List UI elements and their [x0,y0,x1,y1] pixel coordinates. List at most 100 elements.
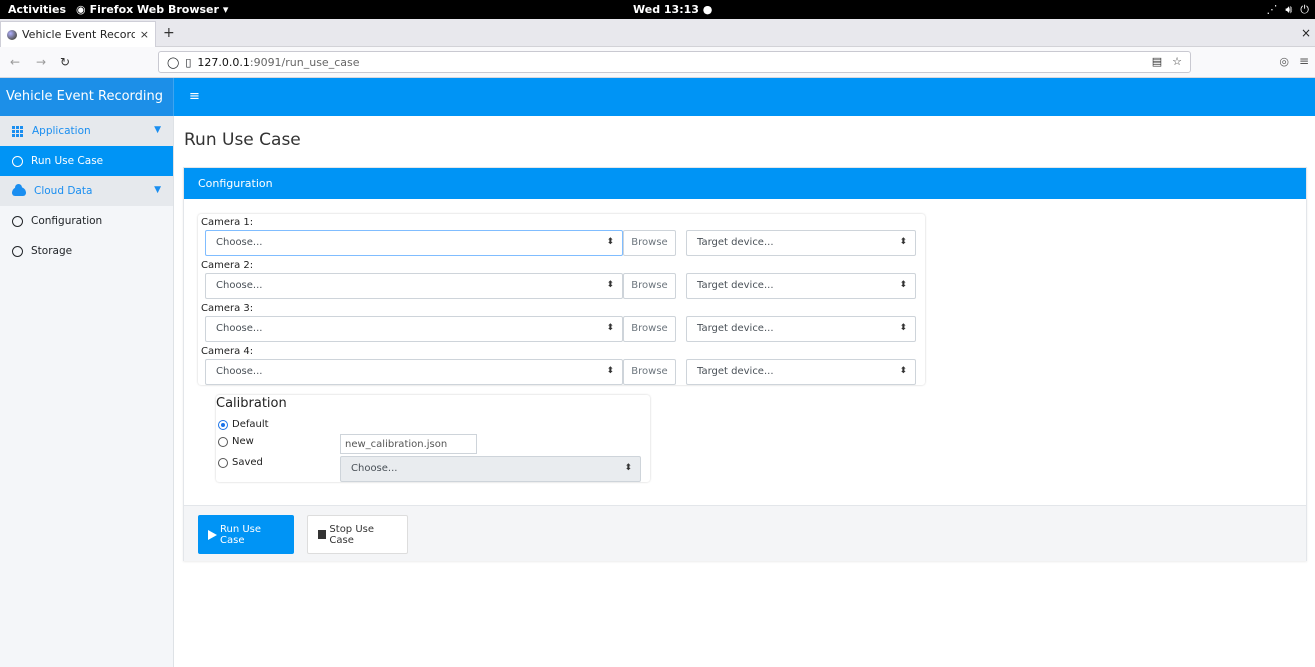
calibration-default-option[interactable]: Default [218,419,269,430]
reader-mode-icon[interactable]: ▤ [1152,55,1162,68]
camera-3-target-select[interactable]: Target device... ⬍ [686,316,916,342]
camera-4-label: Camera 4: [201,346,254,357]
network-icon: ⋰ [1266,3,1278,16]
camera-1-target-select[interactable]: Target device... ⬍ [686,230,916,256]
camera-3-label: Camera 3: [201,303,254,314]
chevron-down-icon: ▼ [154,185,161,195]
camera-2-browse-button[interactable]: Browse [623,273,676,299]
clock-label: Wed 13:13 [633,3,699,16]
browser-tab[interactable]: Vehicle Event Recordin × [0,21,156,47]
radio-saved[interactable] [218,457,228,468]
camera-4-target-select[interactable]: Target device... ⬍ [686,359,916,385]
tab-title: Vehicle Event Recordin [22,28,135,41]
select-value: Choose... [351,463,398,474]
firefox-icon: ◉ [76,3,86,16]
camera-2-label: Camera 2: [201,260,254,271]
sidebar-item-label: Cloud Data [34,185,93,197]
card-header: Configuration [184,168,1306,199]
select-arrows-icon: ⬍ [606,280,614,290]
select-arrows-icon: ⬍ [899,237,907,247]
grid-icon [12,126,24,137]
circle-icon [12,245,23,257]
sidebar: Application ▼ Run Use Case Cloud Data ▼ … [0,116,174,667]
calibration-saved-option[interactable]: Saved [218,457,263,468]
bookmark-star-icon[interactable]: ☆ [1172,55,1182,68]
reload-icon[interactable]: ↻ [60,55,70,69]
radio-new[interactable] [218,436,228,447]
sidebar-item-configuration[interactable]: Configuration [0,206,173,236]
sidebar-toggle-icon[interactable]: ≡ [189,89,200,104]
forward-icon[interactable]: → [36,55,46,69]
notification-dot-icon: ● [702,3,713,16]
select-value: Choose... [216,280,263,291]
camera-1-label: Camera 1: [201,217,254,228]
card-footer: Run Use Case Stop Use Case [184,505,1306,561]
app-menu-label: Firefox Web Browser [89,3,219,16]
camera-2-source-select[interactable]: Choose... ⬍ [205,273,623,299]
power-icon: ⏻ [1300,3,1309,16]
select-value: Choose... [216,366,263,377]
run-use-case-button[interactable]: Run Use Case [198,515,294,554]
close-tab-icon[interactable]: × [140,28,149,41]
hamburger-menu-icon[interactable]: ≡ [1299,54,1309,68]
system-top-bar: Activities ◉ Firefox Web Browser ▾ Wed 1… [0,0,1315,19]
camera-3-browse-button[interactable]: Browse [623,316,676,342]
select-arrows-icon: ⬍ [899,280,907,290]
saved-calibration-select[interactable]: Choose... ⬍ [340,456,641,482]
select-arrows-icon: ⬍ [899,366,907,376]
chevron-down-icon: ▾ [222,3,229,16]
camera-4-browse-button[interactable]: Browse [623,359,676,385]
select-value: Target device... [697,366,774,377]
sidebar-item-label: Application [32,125,91,137]
play-icon [208,529,217,540]
select-arrows-icon: ⬍ [899,323,907,333]
sidebar-item-label: Configuration [31,215,103,227]
app-header: Vehicle Event Recording ≡ [0,78,1315,116]
shield-icon: ◯ [167,55,180,69]
url-bar[interactable]: ◯ ▯ 127.0.0.1:9091/run_use_case ▤ ☆ [158,51,1191,73]
pocket-icon[interactable]: ◎ [1279,55,1289,68]
cloud-icon [12,183,26,196]
close-window-icon[interactable]: × [1301,26,1311,40]
radio-default[interactable] [218,419,228,430]
activities-button[interactable]: Activities [8,3,66,16]
tab-strip: Vehicle Event Recordin × + × [0,19,1315,47]
camera-4-source-select[interactable]: Choose... ⬍ [205,359,623,385]
select-value: Target device... [697,237,774,248]
radio-label: Saved [232,457,263,468]
select-arrows-icon: ⬍ [606,237,614,247]
camera-1-source-select[interactable]: Choose... ⬍ [205,230,623,256]
select-arrows-icon: ⬍ [606,366,614,376]
chevron-down-icon: ▼ [154,125,161,135]
volume-icon: 🔊︎ [1285,3,1293,16]
circle-icon [12,215,23,227]
button-label: Stop Use Case [329,523,375,546]
calibration-panel: Calibration Default New Saved new_calibr… [216,395,650,482]
select-value: Choose... [216,237,263,248]
clock[interactable]: Wed 13:13 ● [633,3,712,16]
camera-1-browse-button[interactable]: Browse [623,230,676,256]
system-tray[interactable]: ⋰ 🔊︎ ⏻ [1266,3,1309,17]
sidebar-group-application[interactable]: Application ▼ [0,116,173,146]
calibration-new-option[interactable]: New [218,436,254,447]
sidebar-group-cloud-data[interactable]: Cloud Data ▼ [0,176,173,206]
camera-2-target-select[interactable]: Target device... ⬍ [686,273,916,299]
camera-3-source-select[interactable]: Choose... ⬍ [205,316,623,342]
sidebar-item-storage[interactable]: Storage [0,236,173,266]
camera-config-panel: Camera 1: Choose... ⬍ Browse Target devic… [198,214,925,385]
new-calibration-filename-input[interactable]: new_calibration.json [340,434,477,454]
page-title: Run Use Case [184,130,301,150]
app-menu[interactable]: ◉ Firefox Web Browser ▾ [76,3,228,16]
stop-use-case-button[interactable]: Stop Use Case [307,515,408,554]
brand-title[interactable]: Vehicle Event Recording [0,78,174,116]
select-arrows-icon: ⬍ [606,323,614,333]
sidebar-item-label: Storage [31,245,73,257]
new-tab-button[interactable]: + [163,25,175,41]
sidebar-item-run-use-case[interactable]: Run Use Case [0,146,173,176]
radio-label: Default [232,419,269,430]
page-icon: ▯ [185,55,192,69]
back-icon[interactable]: ← [10,55,20,69]
radio-label: New [232,436,254,447]
select-arrows-icon: ⬍ [624,463,632,473]
url-path: :9091/run_use_case [249,55,360,69]
